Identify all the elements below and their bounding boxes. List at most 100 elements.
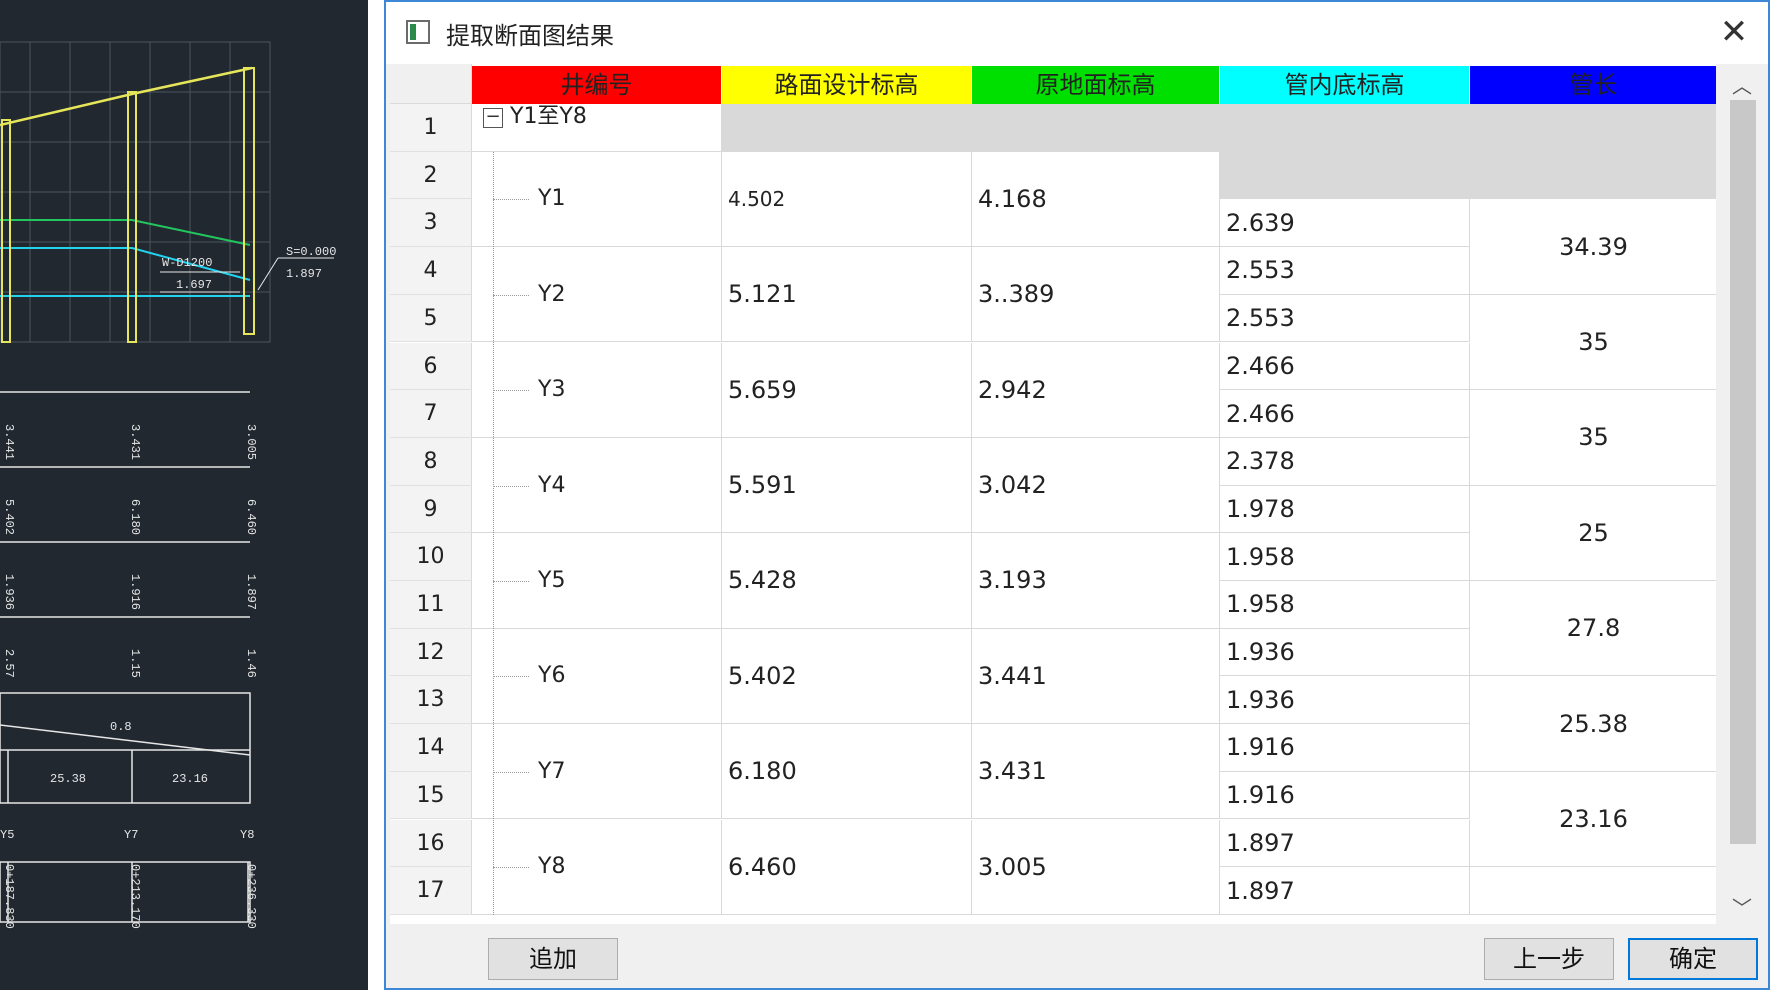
pipe-length-cell[interactable]: 25.38 — [1470, 676, 1716, 772]
row-header[interactable]: 9 — [390, 485, 472, 534]
ground-elevation-cell[interactable]: 4.168 — [972, 151, 1220, 248]
column-header[interactable]: 管内底标高 — [1220, 66, 1470, 104]
column-header[interactable]: 井编号 — [472, 66, 722, 104]
row-header[interactable]: 4 — [390, 247, 472, 295]
invert-elevation-cell[interactable]: 2.378 — [1220, 437, 1470, 486]
scroll-down-icon[interactable]: ﹀ — [1729, 892, 1755, 920]
row-header[interactable]: 16 — [390, 819, 472, 868]
well-id: Y2 — [538, 281, 566, 307]
row-header[interactable]: 3 — [390, 199, 472, 248]
pipe-length-cell[interactable] — [1470, 867, 1716, 915]
ground-elevation-cell[interactable]: 3.005 — [972, 819, 1220, 915]
design-elevation-cell[interactable]: 5.428 — [722, 533, 972, 629]
column-header[interactable]: 路面设计标高 — [722, 66, 972, 104]
length-empty-cell[interactable] — [1470, 151, 1716, 200]
row-header[interactable]: 1 — [390, 104, 472, 152]
row-header[interactable]: 17 — [390, 867, 472, 915]
cad-row3-b: 1.916 — [128, 574, 142, 610]
tree-branch-line — [493, 294, 529, 296]
invert-elevation-cell[interactable]: 1.916 — [1220, 724, 1470, 772]
scroll-up-icon[interactable]: ︿ — [1729, 70, 1755, 98]
invert-elevation-cell[interactable]: 1.936 — [1220, 628, 1470, 677]
column-header[interactable]: 原地面标高 — [972, 66, 1220, 104]
cad-row4-a: 2.57 — [2, 649, 16, 678]
row-header[interactable]: 7 — [390, 390, 472, 438]
close-icon[interactable]: ✕ — [1714, 12, 1754, 52]
well-id: Y6 — [538, 663, 566, 689]
row-header[interactable]: 13 — [390, 676, 472, 725]
group-row-empty-cell[interactable] — [1470, 104, 1716, 152]
pipe-length-cell[interactable]: 23.16 — [1470, 771, 1716, 868]
ground-elevation-cell[interactable]: 2.942 — [972, 342, 1220, 438]
invert-elevation-cell[interactable]: 1.978 — [1220, 485, 1470, 534]
ground-elevation-cell[interactable]: 3.042 — [972, 437, 1220, 534]
pipe-length-cell[interactable]: 27.8 — [1470, 581, 1716, 677]
row-header[interactable]: 2 — [390, 151, 472, 200]
app-icon — [406, 20, 430, 44]
invert-elevation-cell[interactable]: 1.936 — [1220, 676, 1470, 725]
design-elevation-cell[interactable]: 5.659 — [722, 342, 972, 438]
group-label: Y1至Y8 — [510, 104, 587, 129]
pipe-length-cell[interactable]: 35 — [1470, 390, 1716, 486]
grid-corner — [390, 64, 472, 104]
row-header[interactable]: 15 — [390, 771, 472, 820]
ground-elevation-cell[interactable]: 3..389 — [972, 247, 1220, 343]
tree-branch-line — [493, 676, 529, 678]
vertical-scrollbar[interactable]: ︿ ﹀ — [1716, 64, 1768, 924]
invert-elevation-cell[interactable]: 1.897 — [1220, 819, 1470, 868]
cad-row2-b: 6.180 — [128, 499, 142, 535]
add-button[interactable]: 追加 — [488, 938, 618, 980]
design-elevation-cell[interactable]: 4.502 — [722, 151, 972, 248]
cad-row1-c: 3.005 — [244, 424, 258, 460]
cad-row1-b: 3.431 — [128, 424, 142, 460]
previous-step-button[interactable]: 上一步 — [1484, 938, 1614, 980]
row-header[interactable]: 6 — [390, 342, 472, 391]
design-elevation-cell[interactable]: 6.180 — [722, 724, 972, 820]
invert-empty-cell[interactable] — [1220, 151, 1470, 200]
group-row-empty-cell[interactable] — [1220, 104, 1470, 152]
title-bar[interactable]: 提取断面图结果 ✕ — [386, 2, 1768, 64]
design-elevation-cell[interactable]: 6.460 — [722, 819, 972, 915]
row-header[interactable]: 11 — [390, 581, 472, 629]
ok-button[interactable]: 确定 — [1628, 938, 1758, 980]
invert-elevation-cell[interactable]: 2.553 — [1220, 247, 1470, 295]
collapse-toggle-icon[interactable]: − — [483, 108, 503, 128]
design-elevation-cell[interactable]: 5.402 — [722, 628, 972, 725]
row-header[interactable]: 12 — [390, 628, 472, 677]
row-header[interactable]: 8 — [390, 437, 472, 486]
row-header[interactable]: 14 — [390, 724, 472, 772]
invert-elevation-cell[interactable]: 1.897 — [1220, 867, 1470, 915]
ground-elevation-cell[interactable]: 3.193 — [972, 533, 1220, 629]
design-elevation-cell[interactable]: 5.121 — [722, 247, 972, 343]
pipe-length-cell[interactable]: 34.39 — [1470, 199, 1716, 295]
row-header[interactable]: 5 — [390, 294, 472, 343]
invert-elevation-cell[interactable]: 2.639 — [1220, 199, 1470, 248]
invert-elevation-cell[interactable]: 1.958 — [1220, 581, 1470, 629]
cad-well-y5: Y5 — [0, 828, 14, 842]
invert-elevation-cell[interactable]: 1.958 — [1220, 533, 1470, 581]
row-header[interactable]: 10 — [390, 533, 472, 581]
invert-elevation-cell[interactable]: 2.466 — [1220, 342, 1470, 391]
cad-row4-c: 1.46 — [244, 649, 258, 678]
invert-elevation-cell[interactable]: 2.553 — [1220, 294, 1470, 343]
well-id: Y7 — [538, 758, 566, 784]
cad-well-y8: Y8 — [240, 828, 254, 842]
group-row-empty-cell[interactable] — [972, 104, 1220, 152]
well-id: Y8 — [538, 854, 566, 880]
pipe-length-cell[interactable]: 35 — [1470, 294, 1716, 391]
scrollbar-thumb[interactable] — [1730, 100, 1756, 844]
ground-elevation-cell[interactable]: 3.441 — [972, 628, 1220, 725]
cad-len2: 23.16 — [172, 772, 208, 786]
cad-station2: 0+213.170 — [128, 864, 142, 929]
tree-branch-line — [493, 199, 529, 201]
cad-row4-b: 1.15 — [128, 649, 142, 678]
pipe-length-cell[interactable]: 25 — [1470, 485, 1716, 581]
cad-row3-a: 1.936 — [2, 574, 16, 610]
invert-elevation-cell[interactable]: 1.916 — [1220, 771, 1470, 820]
ground-elevation-cell[interactable]: 3.431 — [972, 724, 1220, 820]
column-header[interactable]: 管长 — [1470, 66, 1716, 104]
invert-elevation-cell[interactable]: 2.466 — [1220, 390, 1470, 438]
design-elevation-cell[interactable]: 5.591 — [722, 437, 972, 534]
cad-slope: 0.8 — [110, 720, 132, 734]
group-row-empty-cell[interactable] — [722, 104, 972, 152]
